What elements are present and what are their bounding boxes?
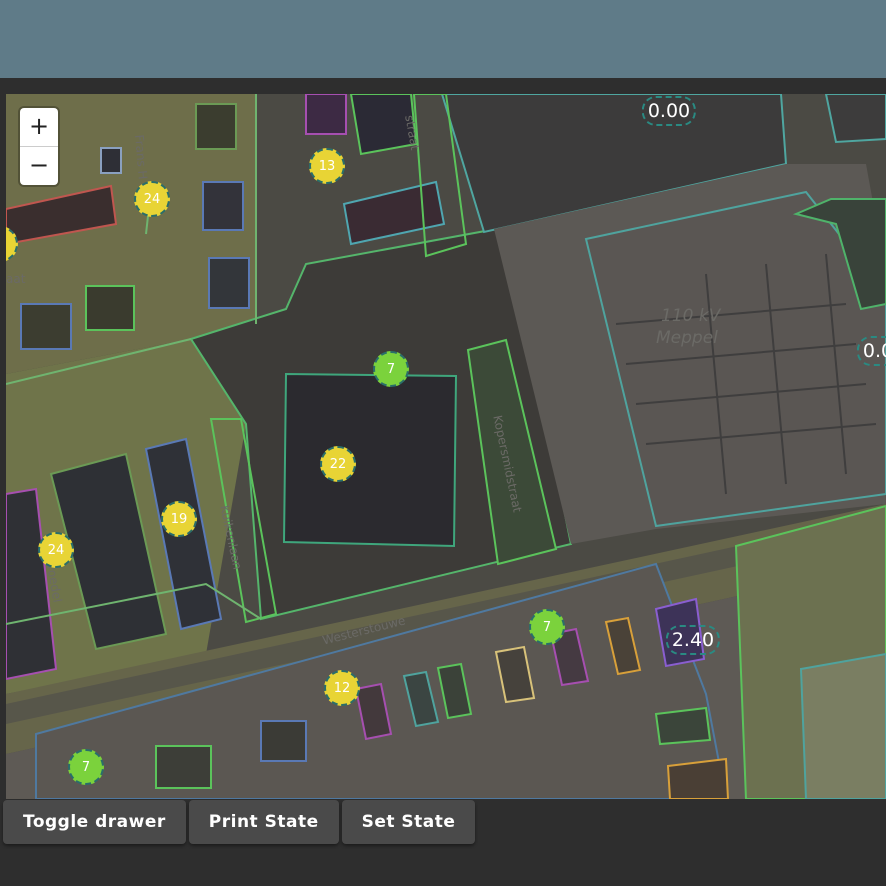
top-bar [0, 0, 886, 78]
cluster-marker[interactable]: 24 [134, 181, 170, 217]
zoom-out-button[interactable]: − [20, 146, 58, 185]
zoom-in-button[interactable]: + [20, 108, 58, 146]
zoom-control: + − [20, 108, 58, 185]
set-state-button[interactable]: Set State [341, 800, 476, 844]
map-view[interactable]: Frans H aat straat Kuikenlaan Westerstou… [6, 94, 886, 799]
cluster-marker[interactable]: 24 [38, 532, 74, 568]
value-label[interactable]: 0.0 [856, 336, 886, 366]
cluster-marker[interactable]: 7 [68, 749, 104, 785]
substation-label: Meppel [656, 328, 718, 348]
print-state-button[interactable]: Print State [188, 800, 339, 844]
cluster-marker[interactable]: 7 [529, 609, 565, 645]
value-label[interactable]: 2.40 [665, 625, 721, 655]
cluster-marker[interactable]: 13 [309, 148, 345, 184]
cluster-marker[interactable]: 19 [161, 501, 197, 537]
toggle-drawer-button[interactable]: Toggle drawer [3, 800, 186, 844]
value-label[interactable]: 0.00 [641, 96, 697, 126]
cluster-marker[interactable]: 22 [320, 446, 356, 482]
cluster-marker[interactable]: 7 [373, 351, 409, 387]
cluster-marker[interactable]: 12 [324, 670, 360, 706]
button-bar: Toggle drawer Print State Set State [3, 800, 476, 844]
street-label: aat [6, 272, 26, 286]
substation-label: 110 kV [661, 306, 721, 326]
